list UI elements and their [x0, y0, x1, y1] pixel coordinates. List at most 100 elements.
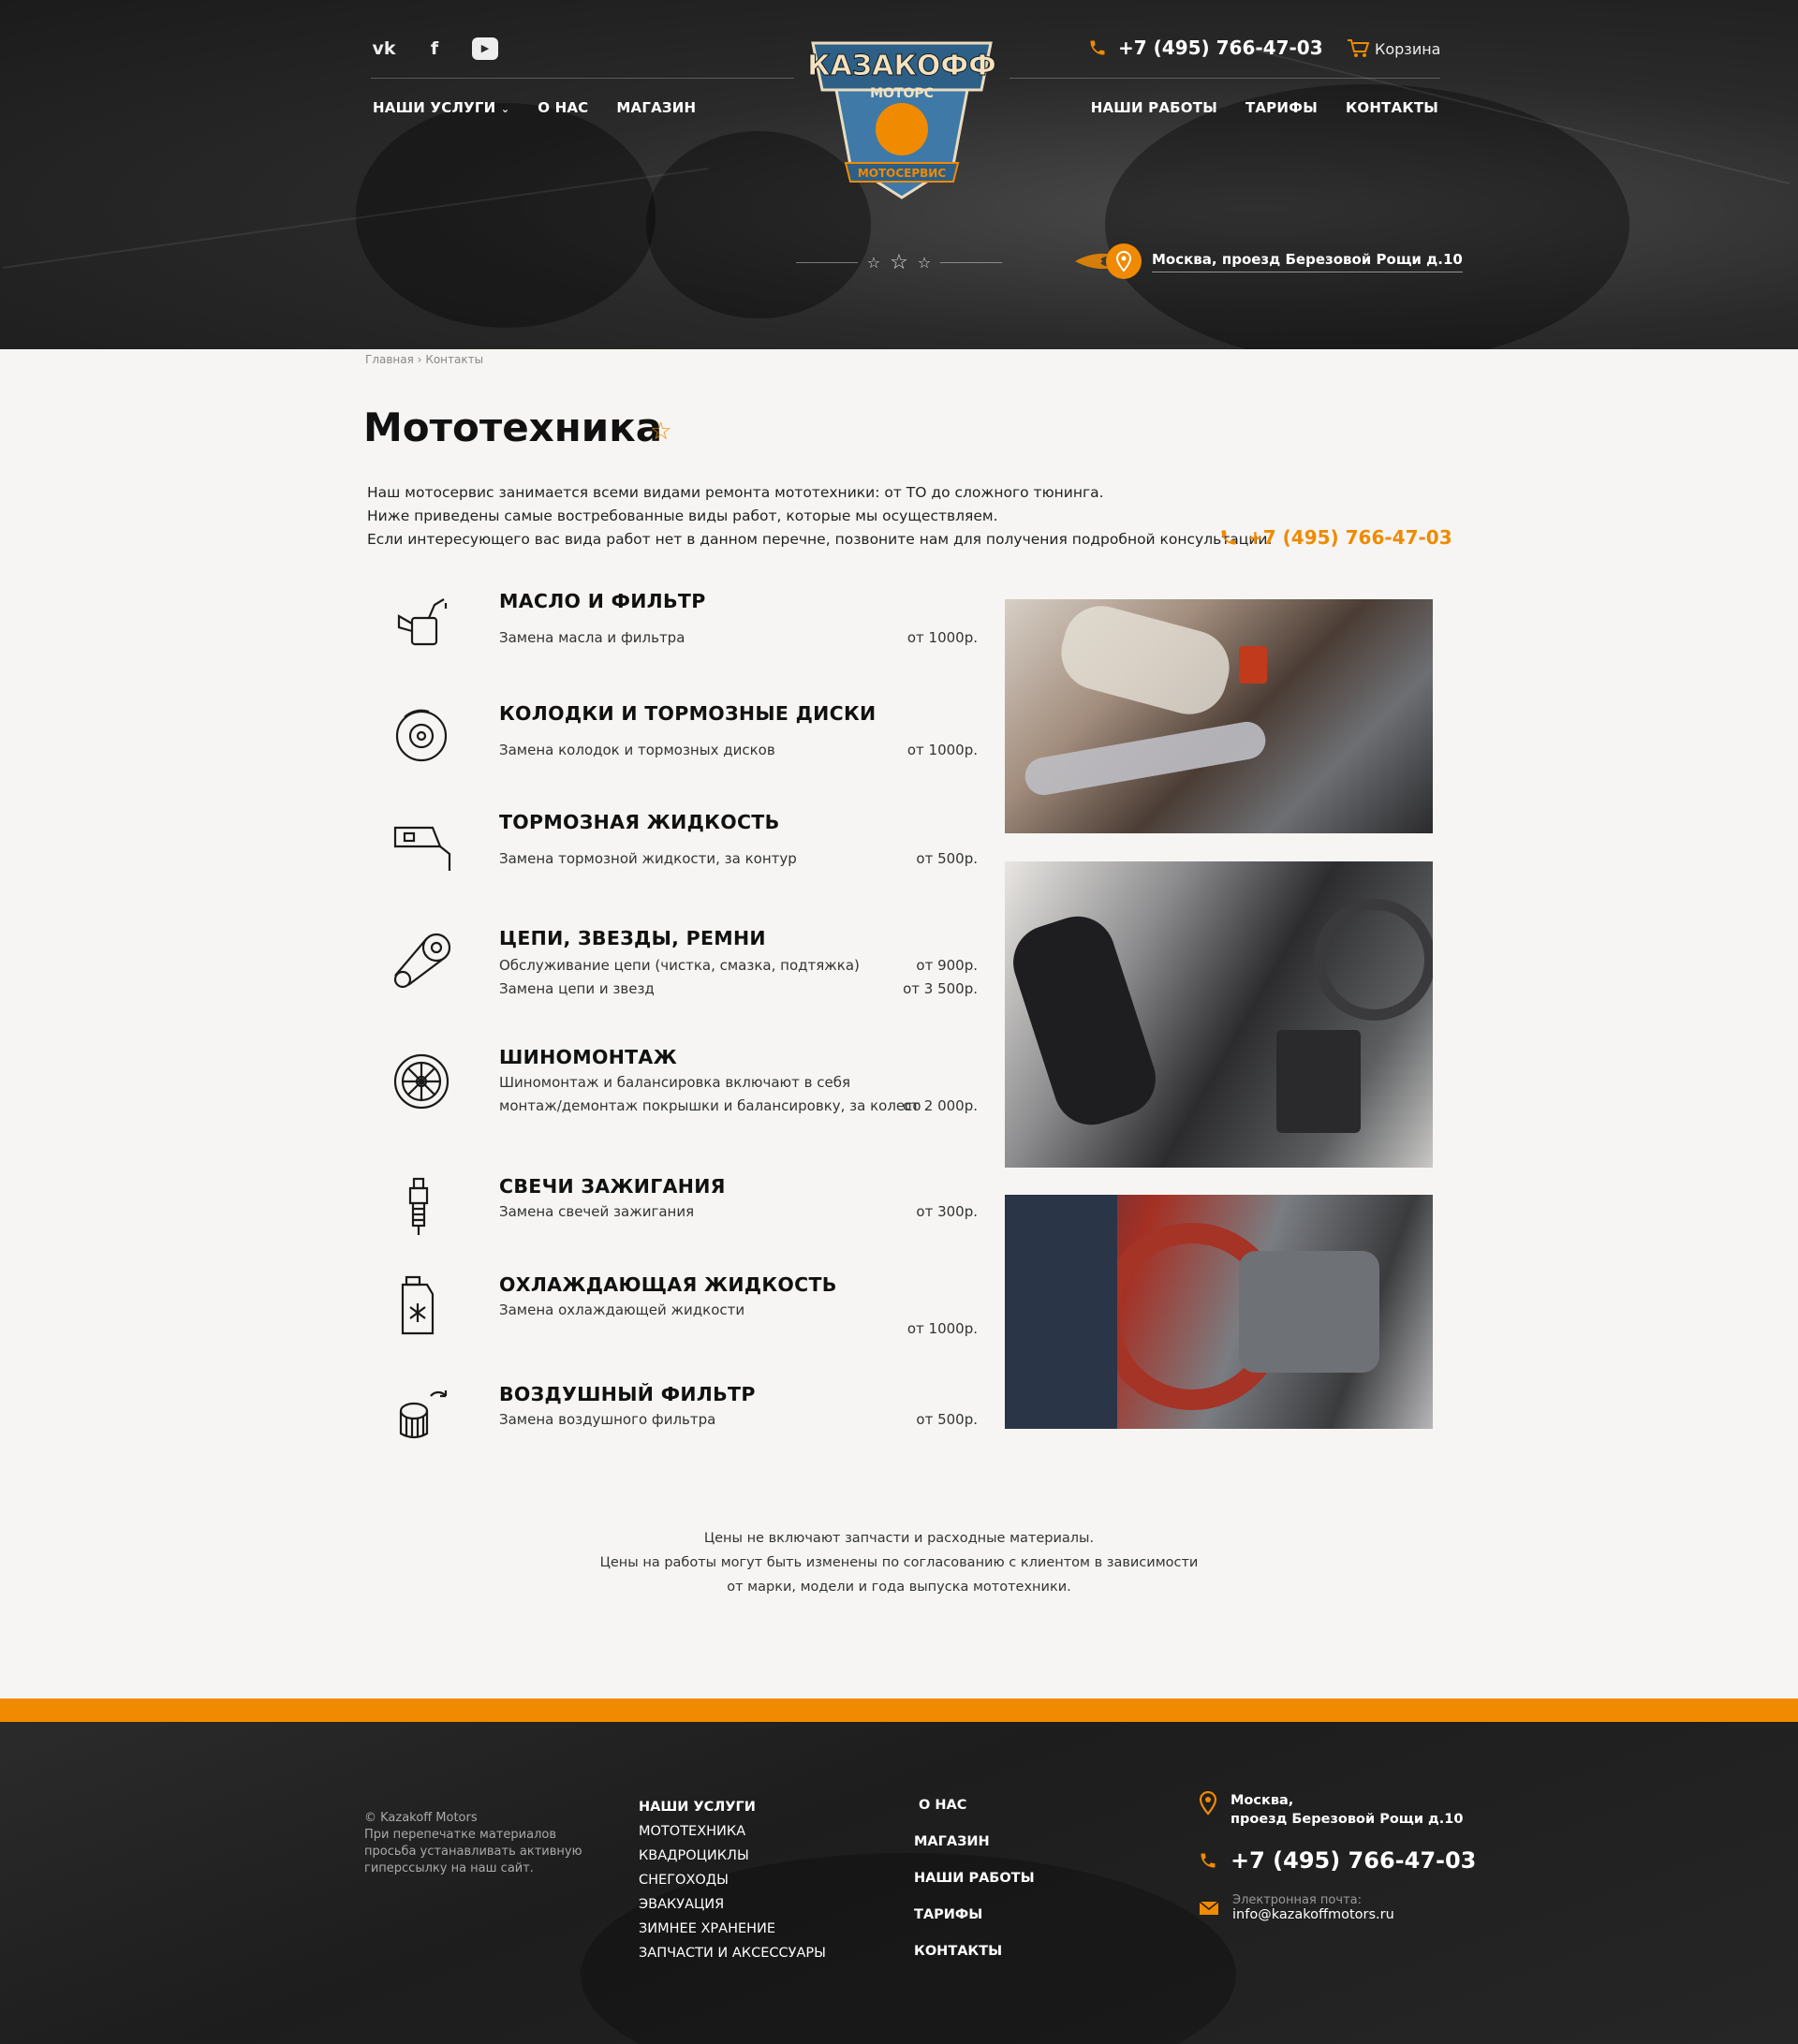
vk-icon[interactable]: vk — [371, 37, 397, 60]
copyright-line: просьба устанавливать активную — [364, 1845, 582, 1859]
service-line: Замена масла и фильтра — [499, 629, 685, 646]
service-price: от 2 000р. — [903, 1097, 978, 1114]
intro-text: Наш мотосервис занимается всеми видами р… — [367, 481, 1272, 551]
stars-line-left — [796, 262, 858, 263]
footer-services: НАШИ УСЛУГИ МОТОТЕХНИКА КВАДРОЦИКЛЫ СНЕГ… — [639, 1795, 826, 1965]
footer-phone[interactable]: +7 (495) 766-47-03 — [1199, 1847, 1476, 1874]
star-icon: ☆ — [917, 254, 932, 272]
content-phone-number: +7 (495) 766-47-03 — [1247, 526, 1452, 549]
service-item: ШИНОМОНТАЖ Шиномонтаж и балансировка вкл… — [391, 1046, 978, 1136]
footer: © Kazakoff Motors При перепечатке матери… — [0, 1722, 1798, 2044]
nav-right: НАШИ РАБОТЫ ТАРИФЫ КОНТАКТЫ — [1091, 99, 1438, 116]
service-name: СВЕЧИ ЗАЖИГАНИЯ — [499, 1175, 726, 1198]
footer-link-shop[interactable]: МАГАЗИН — [914, 1824, 1035, 1860]
nav-item-shop[interactable]: МАГАЗИН — [616, 99, 696, 116]
nav-item-contacts[interactable]: КОНТАКТЫ — [1346, 99, 1438, 116]
phone-icon — [1201, 1853, 1216, 1868]
footer-link-about[interactable]: О НАС — [914, 1787, 1035, 1824]
air-filter-icon — [399, 1390, 448, 1439]
footer-link[interactable]: ЗАПЧАСТИ И АКСЕССУАРЫ — [639, 1941, 826, 1965]
service-item: ОХЛАЖДАЮЩАЯ ЖИДКОСТЬ Замена охлаждающей … — [391, 1273, 978, 1363]
photo-shape — [1022, 718, 1269, 799]
footer-address-line: проезд Березовой Рощи д.10 — [1231, 1812, 1464, 1827]
photo-shape — [1239, 1251, 1379, 1373]
intro-line: Ниже приведены самые востребованные виды… — [367, 507, 998, 524]
service-item: ЦЕПИ, ЗВЕЗДЫ, РЕМНИ Обслуживание цепи (ч… — [391, 927, 978, 1017]
header-phone[interactable]: +7 (495) 766-47-03 — [1088, 37, 1323, 59]
service-item: ТОРМОЗНАЯ ЖИДКОСТЬ Замена тормозной жидк… — [391, 811, 978, 876]
logo-emblem-icon: КАЗАКОФФ МОТОРС МОТОСЕРВИС — [807, 41, 996, 199]
youtube-icon[interactable]: ▶ — [472, 37, 498, 60]
footer-phone-number: +7 (495) 766-47-03 — [1231, 1847, 1477, 1874]
footer-link[interactable]: ЭВАКУАЦИЯ — [639, 1892, 826, 1917]
footer-link-tariffs[interactable]: ТАРИФЫ — [914, 1897, 1035, 1934]
nav-item-services[interactable]: НАШИ УСЛУГИ ⌄ — [373, 99, 509, 116]
location-pin-icon — [1075, 243, 1142, 279]
facebook-icon[interactable]: f — [421, 37, 448, 60]
service-line: Обслуживание цепи (чистка, смазка, подтя… — [499, 957, 860, 974]
service-name: КОЛОДКИ И ТОРМОЗНЫЕ ДИСКИ — [499, 702, 877, 725]
header-address[interactable]: Москва, проезд Березовой Рощи д.10 — [1075, 242, 1463, 281]
footer-link[interactable]: МОТОТЕХНИКА — [639, 1819, 826, 1844]
service-line: Замена воздушного фильтра — [499, 1411, 716, 1428]
service-line: Замена охлаждающей жидкости — [499, 1301, 745, 1318]
footer-services-head[interactable]: НАШИ УСЛУГИ — [639, 1795, 826, 1819]
phone-icon — [1221, 530, 1236, 545]
logo-text-mid: МОТОРС — [870, 86, 934, 101]
footer-nav: О НАС МАГАЗИН НАШИ РАБОТЫ ТАРИФЫ КОНТАКТ… — [914, 1787, 1035, 1970]
photo-shape — [1053, 599, 1238, 723]
service-line: Шиномонтаж и балансировка включают в себ… — [499, 1074, 851, 1091]
footer-link[interactable]: ЗИМНЕЕ ХРАНЕНИЕ — [639, 1917, 826, 1941]
nav-item-works[interactable]: НАШИ РАБОТЫ — [1091, 99, 1217, 116]
footer-email-link[interactable]: info@kazakoffmotors.ru — [1232, 1907, 1394, 1922]
service-item: ВОЗДУШНЫЙ ФИЛЬТР Замена воздушного фильт… — [391, 1383, 978, 1448]
footer-email-label: Электронная почта: — [1232, 1893, 1362, 1907]
header-divider-right — [1010, 78, 1440, 79]
service-line: Замена колодок и тормозных дисков — [499, 742, 775, 758]
star-icon: ☆ — [866, 254, 881, 272]
service-line: Замена цепи и звезд — [499, 980, 655, 997]
coolant-icon — [401, 1275, 435, 1335]
star-icon: ☆ — [650, 418, 672, 446]
content-phone[interactable]: +7 (495) 766-47-03 — [1219, 526, 1452, 549]
service-line: Замена свечей зажигания — [499, 1203, 695, 1220]
intro-line: Если интересующего вас вида работ нет в … — [367, 531, 1273, 548]
footer-copyright: © Kazakoff Motors При перепечатке матери… — [364, 1810, 582, 1877]
service-name: МАСЛО И ФИЛЬТР — [499, 590, 706, 612]
photo-shape — [1314, 899, 1433, 1021]
cart-icon — [1348, 39, 1369, 57]
service-name: ТОРМОЗНАЯ ЖИДКОСТЬ — [499, 811, 780, 833]
service-price: от 500р. — [916, 850, 978, 867]
nav-item-label: НАШИ УСЛУГИ — [373, 99, 496, 116]
service-price: от 3 500р. — [903, 980, 978, 997]
nav-item-about[interactable]: О НАС — [538, 99, 588, 116]
service-price: от 1000р. — [906, 1320, 978, 1337]
note-line: от марки, модели и года выпуска мототехн… — [727, 1580, 1071, 1595]
service-price: от 1000р. — [906, 629, 978, 646]
service-photo — [1005, 1195, 1433, 1429]
cart-label: Корзина — [1375, 39, 1441, 58]
chain-sprocket-icon — [393, 933, 451, 989]
page-title: Мототехника — [363, 404, 663, 450]
footer-link[interactable]: СНЕГОХОДЫ — [639, 1868, 826, 1892]
header-hero: vk f ▶ НАШИ УСЛУГИ ⌄ О НАС МАГАЗИН НАШИ … — [0, 0, 1798, 349]
breadcrumb-separator: › — [417, 353, 422, 366]
breadcrumb-home[interactable]: Главная — [365, 353, 414, 366]
service-line: монтаж/демонтаж покрышки и балансировку,… — [499, 1097, 921, 1114]
footer-link[interactable]: КВАДРОЦИКЛЫ — [639, 1844, 826, 1868]
header-divider-left — [371, 78, 794, 79]
note-line: Цены на работы могут быть изменены по со… — [599, 1555, 1199, 1570]
footer-link-works[interactable]: НАШИ РАБОТЫ — [914, 1860, 1035, 1897]
nav-item-tariffs[interactable]: ТАРИФЫ — [1245, 99, 1318, 116]
service-photo — [1005, 599, 1433, 833]
social-links: vk f ▶ — [371, 37, 498, 60]
note-line: Цены не включают запчасти и расходные ма… — [703, 1531, 1095, 1546]
cart-link[interactable]: Корзина — [1347, 38, 1440, 59]
intro-line: Наш мотосервис занимается всеми видами р… — [367, 484, 1104, 501]
footer-address-line: Москва, — [1231, 1793, 1294, 1808]
location-pin-icon — [1199, 1791, 1217, 1816]
footer-link-contacts[interactable]: КОНТАКТЫ — [914, 1934, 1035, 1970]
site-logo[interactable]: КАЗАКОФФ МОТОРС МОТОСЕРВИС — [794, 24, 1010, 212]
brake-disc-icon — [395, 709, 448, 762]
star-icon: ☆ — [890, 251, 908, 274]
